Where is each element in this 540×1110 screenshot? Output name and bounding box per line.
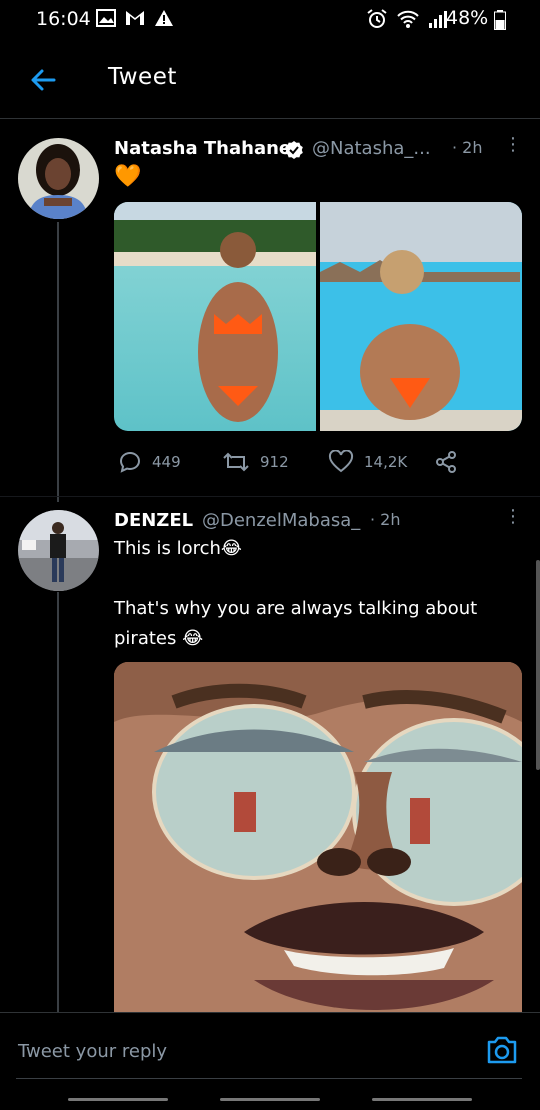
scrollbar[interactable] [536, 560, 540, 770]
reply-button[interactable]: 449 [118, 450, 181, 474]
verified-badge-icon [285, 141, 303, 159]
author-name[interactable]: DENZEL [114, 510, 193, 531]
wifi-icon [397, 10, 419, 28]
nav-recents-pill[interactable] [372, 1098, 472, 1101]
tweet-image[interactable] [320, 202, 522, 431]
battery-percent: 48% [446, 7, 489, 29]
thread-connector [57, 592, 59, 1012]
status-bar: 16:04 48% [0, 0, 540, 40]
retweet-button[interactable]: 912 [222, 450, 289, 474]
camera-icon[interactable] [486, 1035, 518, 1065]
back-arrow-icon[interactable] [28, 64, 60, 96]
like-count: 14,2K [364, 453, 408, 471]
page-title: Tweet [108, 64, 177, 90]
system-nav-bar [0, 1090, 540, 1110]
image-icon [96, 9, 116, 27]
tweet-time: · 2h [370, 510, 401, 529]
tweet-time: · 2h [452, 138, 483, 157]
reply-input[interactable]: Tweet your reply [18, 1041, 167, 1062]
thread-connector [57, 222, 59, 502]
more-options-icon[interactable]: ⋮ [504, 134, 522, 155]
author-handle[interactable]: @DenzelMabasa_ [202, 510, 360, 531]
author-name[interactable]: Natasha Thahane [114, 138, 291, 159]
tweet-text-line: This is lorch😂 [114, 538, 242, 559]
tweet-text-line: That's why you are always talking about [114, 598, 478, 619]
nav-back-pill[interactable] [68, 1098, 168, 1101]
nav-home-pill[interactable] [220, 1098, 320, 1101]
status-time: 16:04 [36, 8, 91, 30]
reply-count: 449 [152, 453, 181, 471]
alarm-icon [367, 9, 387, 28]
notification-icons [96, 9, 174, 27]
gmail-icon [126, 11, 144, 25]
retweet-count: 912 [260, 453, 289, 471]
more-options-icon[interactable]: ⋮ [504, 506, 522, 527]
avatar[interactable] [18, 138, 99, 219]
reply-divider [16, 1078, 522, 1079]
like-button[interactable]: 14,2K [328, 450, 407, 474]
warning-icon [155, 10, 173, 26]
top-app-bar: Tweet [0, 42, 540, 119]
tweet-image[interactable] [114, 202, 316, 431]
retweet-icon [223, 452, 249, 472]
battery-icon [494, 10, 506, 30]
tweet-text: 🧡 [114, 164, 142, 189]
avatar[interactable] [18, 510, 99, 591]
tweet-text-line: pirates 😂 [114, 628, 204, 649]
share-icon[interactable] [434, 450, 458, 474]
author-handle[interactable]: @Natasha_... [312, 138, 431, 159]
reply-composer: Tweet your reply [0, 1012, 540, 1077]
divider [0, 496, 540, 497]
reply-icon [119, 451, 141, 473]
tweet-image[interactable] [114, 662, 522, 1012]
heart-icon [328, 450, 354, 473]
system-icons [366, 9, 448, 29]
signal-icon [429, 11, 447, 28]
